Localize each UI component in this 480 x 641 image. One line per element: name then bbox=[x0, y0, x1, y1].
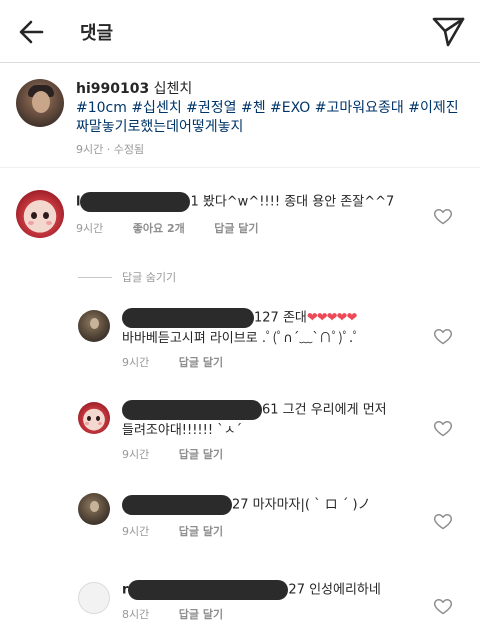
avatar[interactable] bbox=[78, 493, 110, 525]
comment-body-line1: 61 그건 우리에게 먼저 bbox=[262, 402, 387, 418]
comment-text: l1 봤다^w^!!!! 종대 용안 존잘^^7 bbox=[76, 192, 426, 213]
comment-body: 1 봤다^w^!!!! 종대 용안 존잘^^7 bbox=[190, 194, 395, 210]
comment-text: 61 그건 우리에게 먼저 들려조야대!!!!!! `ㅅ´ bbox=[122, 400, 422, 441]
reply-button[interactable]: 답글 달기 bbox=[214, 222, 258, 235]
top-bar: 댓글 bbox=[0, 0, 480, 62]
comment-time: 9시간 bbox=[122, 356, 150, 369]
reply-button[interactable]: 답글 달기 bbox=[179, 608, 223, 621]
comment-time: 9시간 bbox=[76, 222, 104, 235]
post-caption: hi990103 십첸치 #10cm #십센치 #권정열 #첸 #EXO #고마… bbox=[0, 63, 480, 167]
hide-replies-line bbox=[78, 277, 112, 278]
avatar[interactable] bbox=[16, 190, 64, 238]
heart-outline-icon[interactable] bbox=[433, 326, 453, 346]
page-title: 댓글 bbox=[80, 23, 114, 44]
heart-outline-icon[interactable] bbox=[433, 206, 453, 226]
avatar[interactable] bbox=[78, 310, 110, 342]
heart-outline-icon[interactable] bbox=[433, 596, 453, 616]
arrow-left-icon bbox=[19, 20, 44, 44]
caption-text: hi990103 십첸치 #10cm #십센치 #권정열 #첸 #EXO #고마… bbox=[76, 80, 466, 137]
comment-meta: 9시간 답글 달기 bbox=[122, 523, 249, 539]
comment: l1 봤다^w^!!!! 종대 용안 존잘^^7 9시간 좋아요 2개 답글 달… bbox=[0, 182, 480, 252]
share-button[interactable] bbox=[428, 12, 468, 50]
heart-emoji-row: ❤❤❤❤❤ bbox=[306, 310, 357, 326]
comment-meta: 9시간 좋아요 2개 답글 달기 bbox=[76, 220, 285, 236]
redacted-username bbox=[128, 580, 289, 600]
comment-body-line2: 바바베듣고시펴 라이브로 .ﾟ(ﾟ∩´﹏`∩ﾟ)ﾟ.ﾟ bbox=[122, 330, 360, 346]
comment-meta: 9시간 답글 달기 bbox=[122, 446, 249, 462]
heart-outline-icon[interactable] bbox=[433, 418, 453, 438]
reply-button[interactable]: 답글 달기 bbox=[179, 525, 223, 538]
comment-text: r 27 인성에리하네 bbox=[122, 580, 422, 601]
comment-time: 9시간 bbox=[122, 448, 150, 461]
comment-body-line1: 127 존대 bbox=[254, 310, 307, 326]
redacted-username bbox=[80, 192, 191, 212]
comment-meta: 9시간 답글 달기 bbox=[122, 354, 249, 370]
redacted-username bbox=[122, 308, 254, 328]
redacted-username bbox=[122, 495, 232, 515]
reply-comment: 127 존대❤❤❤❤❤ 바바베듣고시펴 라이브로 .ﾟ(ﾟ∩´﹏`∩ﾟ)ﾟ.ﾟ … bbox=[0, 300, 480, 380]
caption-username[interactable]: hi990103 bbox=[76, 81, 149, 97]
back-button[interactable] bbox=[14, 14, 50, 50]
hide-replies-button[interactable]: 답글 숨기기 bbox=[122, 269, 176, 285]
comment-time: 9시간 bbox=[122, 525, 150, 538]
heart-outline-icon[interactable] bbox=[433, 511, 453, 531]
comment-body-line2: 들려조야대!!!!!! `ㅅ´ bbox=[122, 422, 243, 438]
comment-body-line1: 27 인성에리하네 bbox=[288, 582, 381, 598]
caption-meta: 9시간 · 수정됨 bbox=[76, 143, 145, 156]
reply-comment: 27 마자마자|( ˋ ロ ˊ )ノ 9시간 답글 달기 bbox=[0, 485, 480, 555]
caption-body: 십첸치 bbox=[153, 81, 193, 97]
comment-time: 8시간 bbox=[122, 608, 150, 621]
comment-meta: 8시간 답글 달기 bbox=[122, 606, 249, 622]
reply-button[interactable]: 답글 달기 bbox=[179, 356, 223, 369]
paper-plane-icon bbox=[432, 17, 465, 47]
caption-divider bbox=[0, 167, 480, 168]
reply-comment: r 27 인성에리하네 8시간 답글 달기 bbox=[0, 572, 480, 638]
avatar[interactable] bbox=[78, 582, 110, 614]
reply-button[interactable]: 답글 달기 bbox=[179, 448, 223, 461]
avatar[interactable] bbox=[78, 402, 110, 434]
comment-text: 127 존대❤❤❤❤❤ 바바베듣고시펴 라이브로 .ﾟ(ﾟ∩´﹏`∩ﾟ)ﾟ.ﾟ bbox=[122, 308, 422, 349]
caption-hashtags[interactable]: #10cm #십센치 #권정열 #첸 #EXO #고마워요종대 #이제진짜말놓기… bbox=[76, 100, 459, 135]
comment-body-line1: 27 마자마자|( ˋ ロ ˊ )ノ bbox=[232, 497, 371, 513]
reply-comment: 61 그건 우리에게 먼저 들려조야대!!!!!! `ㅅ´ 9시간 답글 달기 bbox=[0, 392, 480, 472]
comment-text: 27 마자마자|( ˋ ロ ˊ )ノ bbox=[122, 495, 422, 516]
comment-likes[interactable]: 좋아요 2개 bbox=[133, 222, 185, 235]
redacted-username bbox=[122, 400, 262, 420]
avatar[interactable] bbox=[16, 79, 64, 127]
